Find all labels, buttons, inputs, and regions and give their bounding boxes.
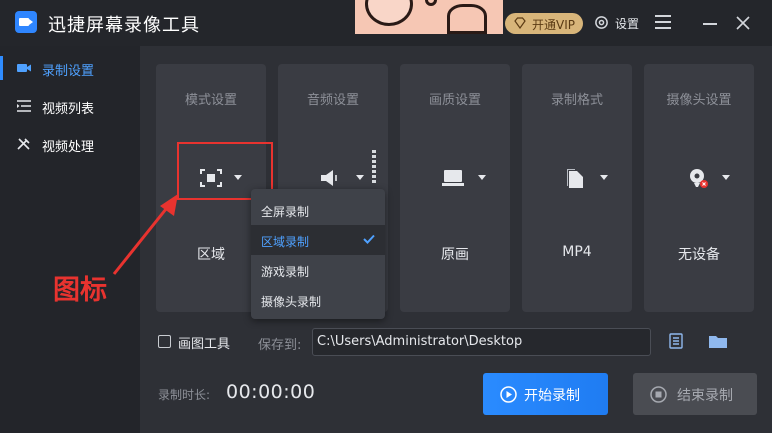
chevron-down-icon[interactable] (478, 175, 486, 180)
dropdown-item-region[interactable]: 区域录制 (251, 225, 385, 255)
list-icon (17, 100, 31, 112)
app-title: 迅捷屏幕录像工具 (48, 15, 200, 36)
mode-dropdown-menu: 全屏录制 区域录制 游戏录制 摄像头录制 (251, 189, 385, 319)
card-quality-settings[interactable]: 画质设置 原画 (400, 64, 510, 312)
chevron-down-icon[interactable] (356, 175, 364, 180)
stop-record-button[interactable]: 结束录制 (633, 373, 757, 415)
stop-record-label: 结束录制 (677, 388, 733, 404)
volume-level-bars (372, 150, 377, 184)
start-record-label: 开始录制 (524, 388, 580, 404)
sidebar-item-label: 视频处理 (42, 140, 95, 155)
stop-icon (650, 386, 667, 403)
dropdown-item-label: 游戏录制 (261, 265, 310, 279)
speaker-icon (321, 170, 337, 186)
cartoon-overlay-image (355, 0, 503, 34)
sidebar-item-record-settings[interactable]: 录制设置 (0, 48, 140, 88)
draw-tool-checkbox[interactable] (158, 335, 171, 348)
gear-icon[interactable] (594, 15, 609, 30)
sidebar-item-label: 视频列表 (42, 102, 95, 117)
check-icon (363, 234, 375, 244)
card-value: MP4 (562, 244, 592, 260)
dropdown-item-label: 区域录制 (261, 235, 310, 249)
dropdown-item-label: 摄像头录制 (261, 295, 322, 309)
menu-icon[interactable] (655, 15, 671, 29)
card-title: 音频设置 (306, 93, 359, 108)
chevron-down-icon[interactable] (722, 175, 730, 180)
folder-icon[interactable] (708, 333, 728, 349)
app-logo-icon (15, 11, 37, 33)
chevron-down-icon[interactable] (600, 175, 608, 180)
file-icon (567, 169, 583, 188)
card-camera-settings[interactable]: 摄像头设置 无设备 (644, 64, 754, 312)
card-title: 模式设置 (184, 93, 237, 108)
diamond-icon (514, 17, 526, 29)
start-record-button[interactable]: 开始录制 (483, 373, 608, 415)
card-value: 原画 (441, 247, 469, 263)
annotation-arrow (112, 194, 178, 275)
draw-tool-label[interactable]: 画图工具 (178, 333, 230, 352)
file-list-icon[interactable] (669, 333, 683, 349)
dropdown-item-camera[interactable]: 摄像头录制 (251, 285, 385, 315)
sidebar-item-label: 录制设置 (42, 64, 95, 79)
duration-label: 录制时长: (158, 388, 211, 402)
duration-value: 00:00:00 (226, 381, 316, 403)
dropdown-item-label: 全屏录制 (261, 205, 310, 219)
card-title: 画质设置 (428, 93, 481, 108)
close-icon[interactable] (735, 15, 751, 31)
title-bar: 迅捷屏幕录像工具 开通VIP 设置 (0, 0, 772, 46)
minimize-icon[interactable] (703, 23, 717, 25)
sidebar-item-video-list[interactable]: 视频列表 (0, 86, 140, 126)
dropdown-item-fullscreen[interactable]: 全屏录制 (251, 195, 385, 225)
play-icon (500, 386, 517, 403)
save-path-field[interactable]: C:\Users\Administrator\Desktop (312, 328, 651, 356)
vip-button[interactable]: 开通VIP (505, 13, 583, 34)
app-window: 迅捷屏幕录像工具 开通VIP 设置 录制设置 视频列表 视频处理 模式设置 区域… (0, 0, 772, 433)
settings-label[interactable]: 设置 (615, 15, 639, 32)
monitor-icon (442, 170, 464, 186)
annotation-label: 图标 (53, 275, 107, 306)
card-value: 无设备 (678, 247, 720, 263)
video-camera-icon (17, 64, 31, 72)
tools-icon (17, 138, 30, 150)
card-record-format[interactable]: 录制格式 MP4 (522, 64, 632, 312)
card-title: 摄像头设置 (666, 93, 732, 108)
webcam-disabled-icon (690, 169, 708, 188)
card-title: 录制格式 (550, 93, 603, 108)
dropdown-item-game[interactable]: 游戏录制 (251, 255, 385, 285)
save-to-label: 保存到: (258, 338, 302, 353)
sidebar-item-video-processing[interactable]: 视频处理 (0, 124, 140, 164)
active-indicator (0, 56, 3, 80)
vip-label: 开通VIP (532, 18, 575, 32)
